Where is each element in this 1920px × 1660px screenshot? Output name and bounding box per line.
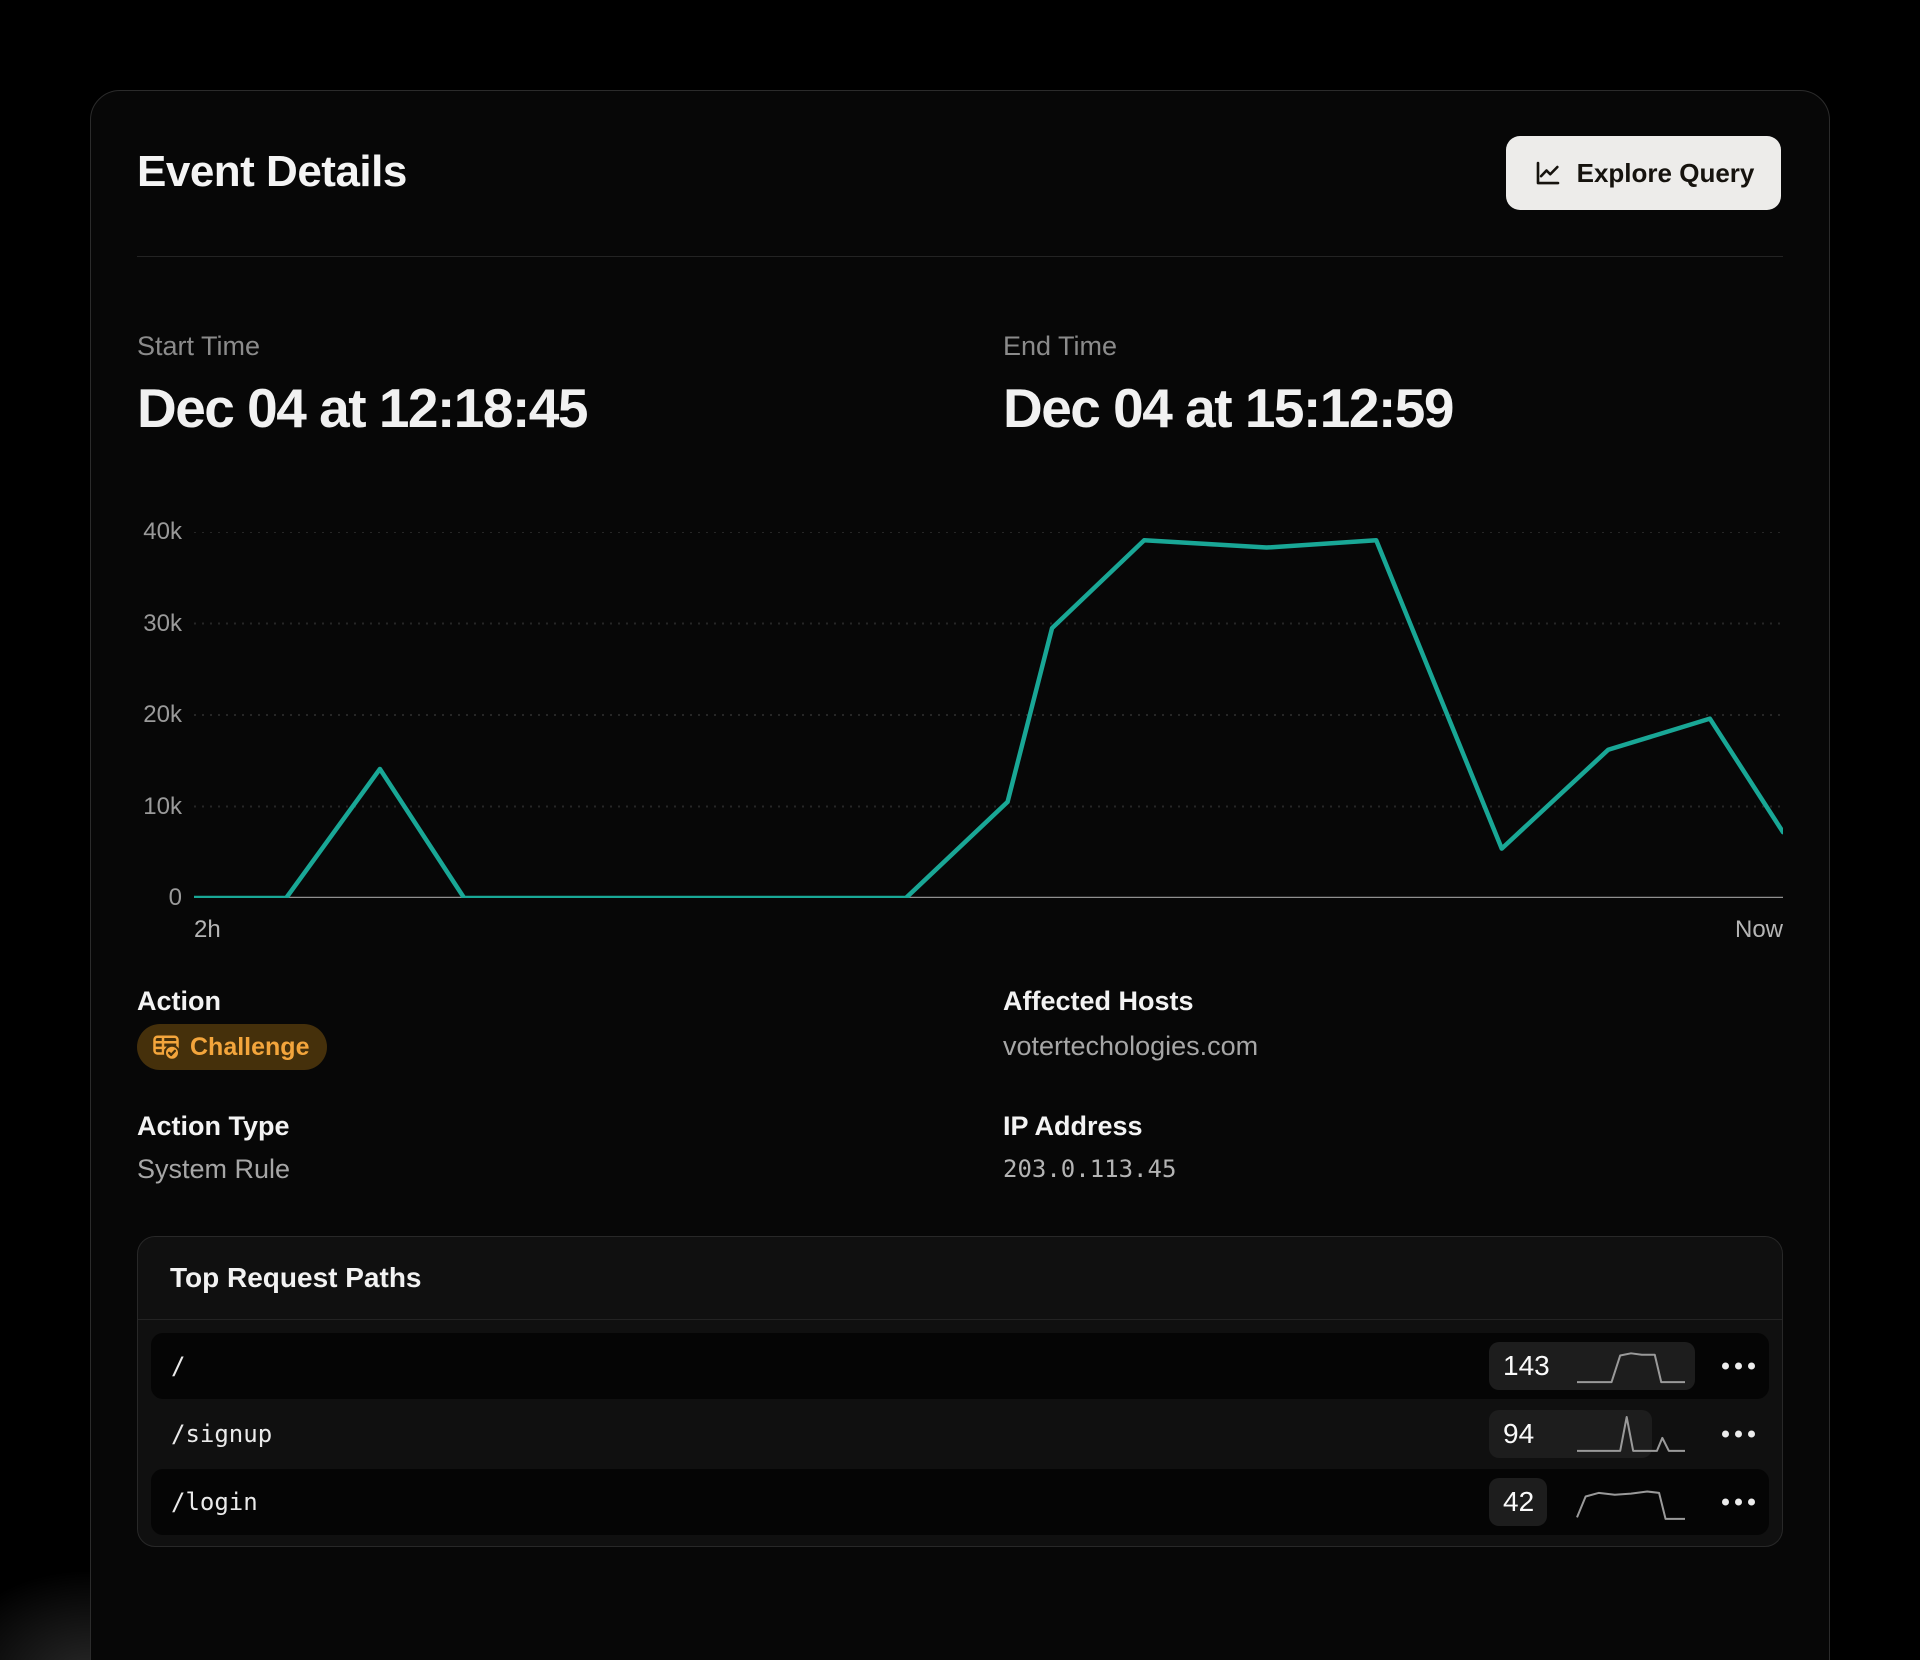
path-row-stats: 94 — [1489, 1401, 1769, 1467]
ellipsis-icon[interactable] — [1714, 1355, 1763, 1378]
path-label: /signup — [171, 1420, 272, 1448]
event-details-screen: Event Details Explore Query Start Time D… — [0, 0, 1920, 1660]
path-row-login[interactable]: /login 42 — [151, 1469, 1769, 1535]
ip-address-value: 203.0.113.45 — [1003, 1155, 1176, 1183]
traffic-chart: 40k30k20k10k0 2h Now — [137, 532, 1783, 962]
y-axis-tick-label: 20k — [137, 703, 182, 727]
top-request-paths-title: Top Request Paths — [170, 1262, 422, 1294]
challenge-badge-label: Challenge — [190, 1033, 309, 1062]
event-details-card: Event Details Explore Query Start Time D… — [90, 90, 1830, 1660]
action-type-value: System Rule — [137, 1154, 290, 1185]
sparkline-svg — [1575, 1343, 1687, 1389]
path-label: /login — [171, 1488, 258, 1516]
top-request-paths-rows: / 143 /signup 94 — [138, 1320, 1782, 1550]
ellipsis-icon[interactable] — [1714, 1423, 1763, 1446]
start-time-label: Start Time — [137, 331, 587, 362]
explore-query-button[interactable]: Explore Query — [1506, 136, 1781, 210]
path-count: 143 — [1503, 1350, 1550, 1382]
x-axis-label-end: Now — [1735, 916, 1783, 944]
end-time-label: End Time — [1003, 331, 1453, 362]
path-row-root[interactable]: / 143 — [151, 1333, 1769, 1399]
affected-hosts-label: Affected Hosts — [1003, 986, 1194, 1017]
challenge-badge: Challenge — [137, 1024, 327, 1070]
start-time-block: Start Time Dec 04 at 12:18:45 — [137, 331, 587, 440]
path-row-stats: 143 — [1489, 1333, 1769, 1399]
ip-address-label: IP Address — [1003, 1111, 1143, 1142]
explore-query-label: Explore Query — [1577, 158, 1755, 189]
action-type-label: Action Type — [137, 1111, 290, 1142]
path-count: 94 — [1503, 1418, 1534, 1450]
path-label: / — [171, 1352, 185, 1380]
sparkline-svg — [1575, 1479, 1687, 1525]
ellipsis-icon[interactable] — [1714, 1491, 1763, 1514]
path-count: 42 — [1503, 1486, 1534, 1518]
end-time-block: End Time Dec 04 at 15:12:59 — [1003, 331, 1453, 440]
header-divider — [137, 256, 1783, 257]
y-axis-tick-label: 10k — [137, 795, 182, 819]
traffic-chart-svg — [194, 532, 1783, 898]
page-title: Event Details — [137, 147, 407, 197]
y-axis-tick-label: 30k — [137, 612, 182, 636]
challenge-grid-check-icon — [151, 1032, 181, 1062]
end-time-value: Dec 04 at 15:12:59 — [1003, 376, 1453, 440]
action-label: Action — [137, 986, 221, 1017]
top-request-paths-header: Top Request Paths — [138, 1237, 1782, 1320]
start-time-value: Dec 04 at 12:18:45 — [137, 376, 587, 440]
line-chart-icon — [1533, 158, 1563, 188]
x-axis-label-start: 2h — [194, 916, 221, 944]
y-axis-tick-label: 0 — [137, 886, 182, 910]
y-axis-tick-label: 40k — [137, 520, 182, 544]
path-row-signup[interactable]: /signup 94 — [151, 1401, 1769, 1467]
path-row-stats: 42 — [1489, 1469, 1769, 1535]
top-request-paths-panel: Top Request Paths / 143 /signup — [137, 1236, 1783, 1547]
affected-hosts-value: votertechologies.com — [1003, 1031, 1258, 1062]
sparkline-svg — [1575, 1411, 1687, 1457]
